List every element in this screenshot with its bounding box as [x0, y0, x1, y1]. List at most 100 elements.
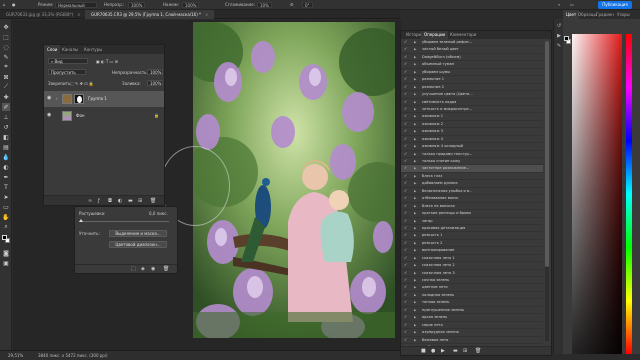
- trash-icon[interactable]: 🗑: [163, 266, 169, 272]
- action-item[interactable]: ✓ ▶ резкость 2: [401, 240, 543, 248]
- checkmark-icon[interactable]: ✓: [404, 203, 409, 210]
- checkmark-icon[interactable]: ✓: [404, 76, 409, 83]
- expand-triangle-icon[interactable]: ▶: [414, 128, 416, 135]
- action-item[interactable]: ✓ ▶ серое лето: [401, 322, 543, 330]
- checkmark-icon[interactable]: ✓: [404, 121, 409, 128]
- expand-triangle-icon[interactable]: ▶: [414, 307, 416, 314]
- pen-tool-icon[interactable]: ✒: [2, 173, 10, 181]
- checkmark-icon[interactable]: ✓: [404, 284, 409, 291]
- tab-document-1[interactable]: GUR70633.jpg @ 33,3% (RGB/8*) ×: [0, 10, 87, 19]
- expand-triangle-icon[interactable]: ▶: [414, 292, 416, 299]
- checkmark-icon[interactable]: ✓: [404, 292, 409, 299]
- action-item[interactable]: ✓ ▶ красивая детализация: [401, 225, 543, 233]
- action-item[interactable]: ✓ ▶ только прядями текстур...: [401, 151, 543, 158]
- action-item[interactable]: ✓ ▶ оживляж 4: [401, 136, 543, 144]
- action-item[interactable]: ✓ ▶ четкость и микроконтра...: [401, 106, 543, 114]
- select-and-mask-button[interactable]: Выделение и маска...: [109, 230, 167, 237]
- actions-scrollbar[interactable]: [545, 41, 549, 341]
- brush-preset-icon[interactable]: ●: [12, 2, 16, 7]
- checkmark-icon[interactable]: ✓: [404, 232, 409, 239]
- expand-triangle-icon[interactable]: ▶: [414, 54, 416, 61]
- stamp-tool-icon[interactable]: ⊥: [2, 113, 10, 121]
- expand-triangle-icon[interactable]: ▶: [414, 113, 416, 120]
- expand-triangle-icon[interactable]: ▶: [414, 337, 416, 344]
- mode-select[interactable]: Нормальный: [55, 2, 97, 8]
- tab-document-2[interactable]: GUR70635.CR3 @ 29,5% (Группа 1, Слой-мас…: [85, 10, 215, 19]
- expand-triangle-icon[interactable]: ▶: [414, 106, 416, 113]
- action-item[interactable]: ✓ ▶ винтажирование: [401, 247, 543, 255]
- color-range-button[interactable]: Цветовой диапазон...: [109, 241, 167, 248]
- expand-triangle-icon[interactable]: ▶: [414, 218, 416, 225]
- tab-comments[interactable]: Комментари: [447, 31, 479, 39]
- expand-triangle-icon[interactable]: ▶: [414, 173, 416, 180]
- layer-name[interactable]: Фон: [76, 113, 85, 118]
- action-item[interactable]: ✓ ▶ размытие 1: [401, 76, 543, 84]
- action-item[interactable]: ✓ ▶ оживляж 4 холодный: [401, 143, 543, 151]
- zoom-tool-icon[interactable]: ⌕: [2, 223, 10, 231]
- expand-triangle-icon[interactable]: ▶: [414, 180, 416, 187]
- expand-triangle-icon[interactable]: ▶: [414, 151, 416, 158]
- expand-triangle-icon[interactable]: ▶: [414, 284, 416, 291]
- action-item[interactable]: ✓ ▶ отбеливание волос: [401, 195, 543, 203]
- expand-triangle-icon[interactable]: ▶: [414, 195, 416, 202]
- checkmark-icon[interactable]: ✓: [404, 262, 409, 269]
- blend-mode-select[interactable]: Пропустить: [48, 69, 86, 75]
- healing-tool-icon[interactable]: ✚: [2, 93, 10, 101]
- action-item[interactable]: ✓ ▶ резкость 1: [401, 232, 543, 240]
- expand-triangle-icon[interactable]: ▶: [414, 225, 416, 232]
- expand-chevron-icon[interactable]: ›: [56, 96, 58, 101]
- layer-row-group[interactable]: ◉ › Группа 1: [44, 91, 164, 107]
- workspace-icon[interactable]: ▭: [570, 2, 574, 7]
- scrollbar-thumb[interactable]: [545, 41, 549, 267]
- expand-triangle-icon[interactable]: ▶: [414, 299, 416, 306]
- checkmark-icon[interactable]: ✓: [404, 255, 409, 262]
- action-item[interactable]: ✓ ▶ оживляж 3: [401, 128, 543, 136]
- expand-triangle-icon[interactable]: ▶: [414, 121, 416, 128]
- checkmark-icon[interactable]: ✓: [404, 337, 409, 344]
- action-item[interactable]: ✓ ▶ блеск на волосах: [401, 203, 543, 211]
- expand-triangle-icon[interactable]: ▶: [414, 314, 416, 321]
- checkmark-icon[interactable]: ✓: [404, 54, 409, 61]
- lock-icons[interactable]: ⬚ ✎ ✥ ⊡ 🔒: [70, 81, 94, 86]
- history-panel-icon[interactable]: ↺: [556, 23, 562, 29]
- checkmark-icon[interactable]: ✓: [404, 106, 409, 113]
- action-item[interactable]: ✓ ▶ сказочная лето 3: [401, 270, 543, 277]
- action-item[interactable]: ✓ ▶ убираем зеленый рефле...: [401, 39, 543, 47]
- tab-actions[interactable]: Операции: [421, 31, 449, 39]
- expand-triangle-icon[interactable]: ▶: [414, 69, 416, 76]
- feather-slider-handle[interactable]: [79, 219, 83, 222]
- filter-icons[interactable]: ▣ ◐ T ▭ ⊞: [96, 59, 118, 64]
- add-mask-icon[interactable]: ◘: [108, 198, 112, 204]
- hue-slider[interactable]: [626, 34, 632, 354]
- new-group-icon[interactable]: ▬: [128, 198, 133, 204]
- action-item[interactable]: ✓ ▶ частотное разложение...: [401, 165, 543, 173]
- checkmark-icon[interactable]: ✓: [404, 151, 409, 158]
- action-item[interactable]: ✓ ▶ светимость кадра: [401, 99, 543, 106]
- checkmark-icon[interactable]: ✓: [404, 247, 409, 254]
- screen-mode-icon[interactable]: ▣: [2, 259, 10, 267]
- expand-triangle-icon[interactable]: ▶: [414, 329, 416, 336]
- action-item[interactable]: ✓ ▶ блеск глаз: [401, 173, 543, 181]
- visibility-eye-icon[interactable]: ◉: [47, 96, 53, 101]
- action-item[interactable]: ✓ ▶ сказочная лето 1: [401, 255, 543, 263]
- press-field[interactable]: 100%: [182, 2, 200, 8]
- link-icon[interactable]: ∞: [88, 198, 92, 204]
- angle-field[interactable]: 0°: [302, 2, 313, 8]
- checkmark-icon[interactable]: ✓: [404, 128, 409, 135]
- expand-triangle-icon[interactable]: ▶: [414, 91, 416, 98]
- frame-tool-icon[interactable]: ⊠: [2, 73, 10, 81]
- foreground-color-swatch[interactable]: [564, 36, 569, 41]
- action-item[interactable]: ✓ ▶ чистый белый цвет: [401, 46, 543, 54]
- brush-tool-icon[interactable]: ✐: [2, 103, 10, 111]
- checkmark-icon[interactable]: ✓: [404, 46, 409, 53]
- expand-triangle-icon[interactable]: ▶: [414, 158, 416, 165]
- checkmark-icon[interactable]: ✓: [404, 84, 409, 91]
- visibility-eye-icon[interactable]: ◉: [47, 113, 53, 118]
- checkmark-icon[interactable]: ✓: [404, 173, 409, 180]
- checkmark-icon[interactable]: ✓: [404, 99, 409, 106]
- move-tool-icon[interactable]: ✥: [2, 23, 10, 31]
- action-item[interactable]: ✓ ▶ сочная зелень: [401, 277, 543, 285]
- checkmark-icon[interactable]: ✓: [404, 69, 409, 76]
- expand-triangle-icon[interactable]: ▶: [414, 39, 416, 46]
- action-item[interactable]: ✓ ▶ изумрудная зелень: [401, 329, 543, 337]
